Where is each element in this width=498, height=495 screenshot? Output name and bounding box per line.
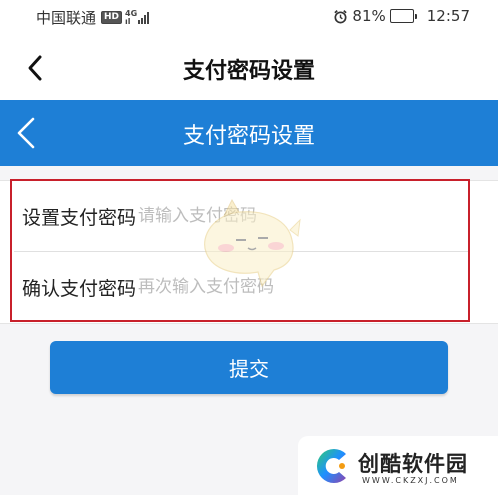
hd-badge: HD: [101, 11, 123, 24]
carrier-name: 中国联通: [36, 9, 97, 27]
site-watermark: 创酷软件园 WWW.CKZXJ.COM: [298, 436, 498, 495]
alarm-icon: [333, 9, 348, 24]
confirm-password-label: 确认支付密码: [22, 277, 137, 300]
signal-icon: [138, 11, 150, 24]
set-password-label: 设置支付密码: [22, 206, 137, 229]
battery-percent: 81%: [352, 7, 386, 25]
watermark-url: WWW.CKZXJ.COM: [362, 476, 459, 485]
password-form: 设置支付密码 确认支付密码: [0, 180, 498, 324]
status-bar: 中国联通 HD 4G ıl 81% 12:57: [0, 0, 498, 34]
status-right: 81% 12:57: [333, 7, 470, 25]
app-nav-bar: 支付密码设置: [0, 100, 498, 166]
submit-button[interactable]: 提交: [50, 341, 448, 394]
brand-logo-icon: [312, 446, 352, 486]
app-nav-title: 支付密码设置: [182, 124, 315, 149]
network-type: 4G ıl: [125, 9, 137, 26]
set-password-input[interactable]: [138, 206, 439, 226]
top-nav-bar: 支付密码设置: [0, 34, 498, 100]
battery-icon: [389, 9, 417, 23]
page-title: 支付密码设置: [182, 59, 315, 84]
clock: 12:57: [426, 7, 470, 25]
status-left: 中国联通 HD 4G ıl: [36, 7, 150, 28]
network-type-sub: ıl: [125, 16, 131, 26]
confirm-password-input[interactable]: [138, 277, 439, 297]
watermark-name: 创酷软件园: [358, 452, 468, 476]
confirm-password-row: 确认支付密码: [0, 252, 498, 322]
set-password-row: 设置支付密码: [0, 181, 498, 251]
